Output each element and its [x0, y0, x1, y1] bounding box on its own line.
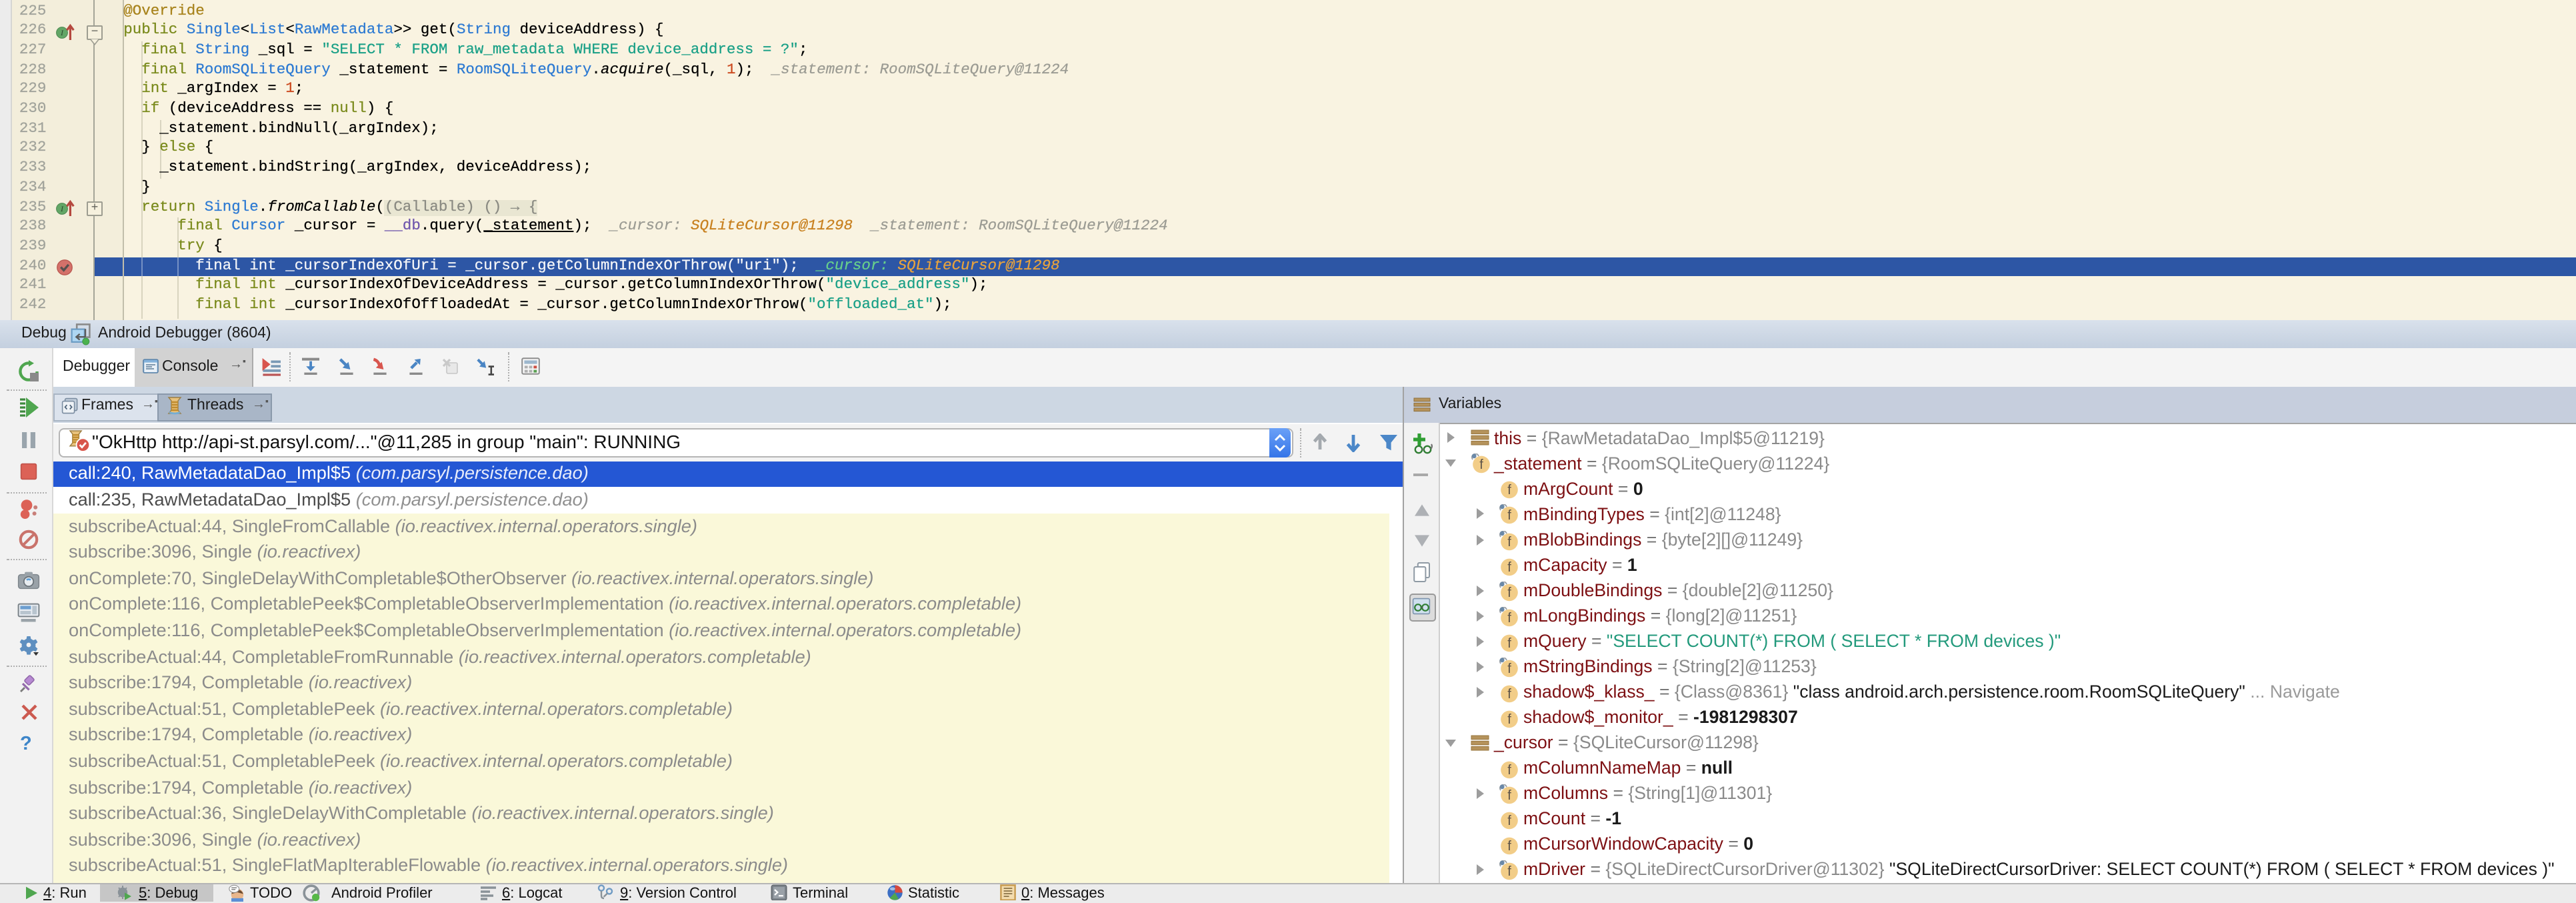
- svg-text:f: f: [1508, 585, 1512, 600]
- svg-text:f: f: [1508, 763, 1512, 778]
- svg-text:f: f: [1508, 839, 1512, 854]
- svg-text:f: f: [1508, 864, 1512, 879]
- svg-text:f: f: [1508, 636, 1512, 650]
- svg-text:f: f: [1508, 661, 1512, 676]
- svg-text:f: f: [1508, 484, 1512, 498]
- svg-text:f: f: [1508, 610, 1512, 625]
- svg-text:f: f: [1508, 686, 1512, 701]
- svg-text:f: f: [1508, 788, 1512, 803]
- svg-text:f: f: [1480, 458, 1484, 473]
- svg-text:f: f: [1508, 534, 1512, 549]
- svg-text:f: f: [1508, 560, 1512, 574]
- svg-text:f: f: [1508, 712, 1512, 727]
- svg-text:f: f: [1508, 509, 1512, 524]
- svg-text:f: f: [1508, 814, 1512, 828]
